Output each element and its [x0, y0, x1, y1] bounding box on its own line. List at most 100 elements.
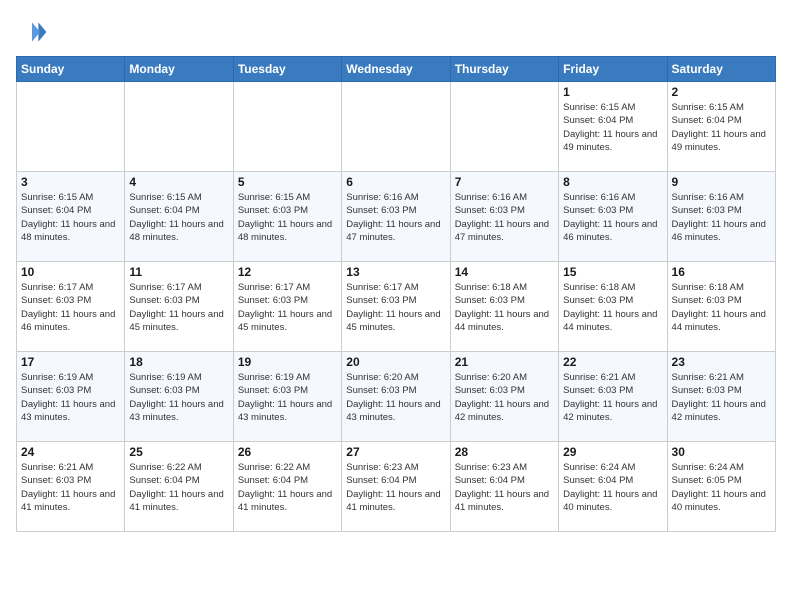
- calendar-week-row: 1 Sunrise: 6:15 AM Sunset: 6:04 PM Daylig…: [17, 82, 776, 172]
- calendar-cell: 12 Sunrise: 6:17 AM Sunset: 6:03 PM Dayli…: [233, 262, 341, 352]
- weekday-header: Tuesday: [233, 57, 341, 82]
- day-number: 28: [455, 445, 554, 459]
- weekday-header: Monday: [125, 57, 233, 82]
- calendar-cell: 23 Sunrise: 6:21 AM Sunset: 6:03 PM Dayli…: [667, 352, 775, 442]
- calendar-table: SundayMondayTuesdayWednesdayThursdayFrid…: [16, 56, 776, 532]
- day-info: Sunrise: 6:24 AM Sunset: 6:04 PM Dayligh…: [563, 461, 662, 514]
- day-info: Sunrise: 6:23 AM Sunset: 6:04 PM Dayligh…: [455, 461, 554, 514]
- day-number: 27: [346, 445, 445, 459]
- day-info: Sunrise: 6:15 AM Sunset: 6:03 PM Dayligh…: [238, 191, 337, 244]
- day-info: Sunrise: 6:15 AM Sunset: 6:04 PM Dayligh…: [129, 191, 228, 244]
- day-number: 11: [129, 265, 228, 279]
- calendar-cell: 15Sunrise: 6:18 AM Sunset: 6:03 PM Dayli…: [559, 262, 667, 352]
- day-info: Sunrise: 6:17 AM Sunset: 6:03 PM Dayligh…: [238, 281, 337, 334]
- day-number: 10: [21, 265, 120, 279]
- calendar-week-row: 17 Sunrise: 6:19 AM Sunset: 6:03 PM Dayli…: [17, 352, 776, 442]
- day-number: 25: [129, 445, 228, 459]
- day-number: 14: [455, 265, 554, 279]
- day-info: Sunrise: 6:23 AM Sunset: 6:04 PM Dayligh…: [346, 461, 445, 514]
- day-info: Sunrise: 6:20 AM Sunset: 6:03 PM Dayligh…: [346, 371, 445, 424]
- calendar-cell: 5Sunrise: 6:15 AM Sunset: 6:03 PM Daylig…: [233, 172, 341, 262]
- day-info: Sunrise: 6:19 AM Sunset: 6:03 PM Dayligh…: [238, 371, 337, 424]
- day-number: 21: [455, 355, 554, 369]
- day-number: 29: [563, 445, 662, 459]
- calendar-cell: 3 Sunrise: 6:15 AM Sunset: 6:04 PM Daylig…: [17, 172, 125, 262]
- day-info: Sunrise: 6:15 AM Sunset: 6:04 PM Dayligh…: [21, 191, 120, 244]
- logo: [16, 16, 52, 48]
- day-info: Sunrise: 6:21 AM Sunset: 6:03 PM Dayligh…: [21, 461, 120, 514]
- calendar-cell: 11 Sunrise: 6:17 AM Sunset: 6:03 PM Dayli…: [125, 262, 233, 352]
- calendar-cell: 19 Sunrise: 6:19 AM Sunset: 6:03 PM Dayli…: [233, 352, 341, 442]
- day-number: 30: [672, 445, 771, 459]
- calendar-cell: 1 Sunrise: 6:15 AM Sunset: 6:04 PM Daylig…: [559, 82, 667, 172]
- calendar-body: 1 Sunrise: 6:15 AM Sunset: 6:04 PM Daylig…: [17, 82, 776, 532]
- day-info: Sunrise: 6:17 AM Sunset: 6:03 PM Dayligh…: [346, 281, 445, 334]
- calendar-cell: 20 Sunrise: 6:20 AM Sunset: 6:03 PM Dayli…: [342, 352, 450, 442]
- day-info: Sunrise: 6:17 AM Sunset: 6:03 PM Dayligh…: [129, 281, 228, 334]
- calendar-cell: 7 Sunrise: 6:16 AM Sunset: 6:03 PM Daylig…: [450, 172, 558, 262]
- calendar-cell: 9Sunrise: 6:16 AM Sunset: 6:03 PM Daylig…: [667, 172, 775, 262]
- day-number: 17: [21, 355, 120, 369]
- calendar-cell: [17, 82, 125, 172]
- day-number: 23: [672, 355, 771, 369]
- calendar-cell: 24 Sunrise: 6:21 AM Sunset: 6:03 PM Dayli…: [17, 442, 125, 532]
- weekday-header: Wednesday: [342, 57, 450, 82]
- calendar-cell: 18Sunrise: 6:19 AM Sunset: 6:03 PM Dayli…: [125, 352, 233, 442]
- weekday-header: Friday: [559, 57, 667, 82]
- weekday-header: Saturday: [667, 57, 775, 82]
- calendar-cell: 30 Sunrise: 6:24 AM Sunset: 6:05 PM Dayli…: [667, 442, 775, 532]
- day-number: 13: [346, 265, 445, 279]
- day-number: 19: [238, 355, 337, 369]
- day-info: Sunrise: 6:21 AM Sunset: 6:03 PM Dayligh…: [563, 371, 662, 424]
- day-number: 7: [455, 175, 554, 189]
- day-number: 16: [672, 265, 771, 279]
- calendar-cell: [342, 82, 450, 172]
- calendar-week-row: 3 Sunrise: 6:15 AM Sunset: 6:04 PM Daylig…: [17, 172, 776, 262]
- calendar-cell: 10 Sunrise: 6:17 AM Sunset: 6:03 PM Dayli…: [17, 262, 125, 352]
- day-info: Sunrise: 6:18 AM Sunset: 6:03 PM Dayligh…: [672, 281, 771, 334]
- day-number: 8: [563, 175, 662, 189]
- calendar-cell: [450, 82, 558, 172]
- logo-icon: [16, 16, 48, 48]
- day-info: Sunrise: 6:22 AM Sunset: 6:04 PM Dayligh…: [129, 461, 228, 514]
- day-info: Sunrise: 6:16 AM Sunset: 6:03 PM Dayligh…: [672, 191, 771, 244]
- day-info: Sunrise: 6:17 AM Sunset: 6:03 PM Dayligh…: [21, 281, 120, 334]
- day-number: 1: [563, 85, 662, 99]
- calendar-cell: 21 Sunrise: 6:20 AM Sunset: 6:03 PM Dayli…: [450, 352, 558, 442]
- calendar-cell: 16 Sunrise: 6:18 AM Sunset: 6:03 PM Dayli…: [667, 262, 775, 352]
- day-info: Sunrise: 6:16 AM Sunset: 6:03 PM Dayligh…: [346, 191, 445, 244]
- calendar-header-row: SundayMondayTuesdayWednesdayThursdayFrid…: [17, 57, 776, 82]
- calendar-cell: 4 Sunrise: 6:15 AM Sunset: 6:04 PM Daylig…: [125, 172, 233, 262]
- day-number: 20: [346, 355, 445, 369]
- calendar-cell: 27 Sunrise: 6:23 AM Sunset: 6:04 PM Dayli…: [342, 442, 450, 532]
- day-number: 4: [129, 175, 228, 189]
- day-info: Sunrise: 6:15 AM Sunset: 6:04 PM Dayligh…: [672, 101, 771, 154]
- day-info: Sunrise: 6:24 AM Sunset: 6:05 PM Dayligh…: [672, 461, 771, 514]
- calendar-cell: 14 Sunrise: 6:18 AM Sunset: 6:03 PM Dayli…: [450, 262, 558, 352]
- calendar-cell: [125, 82, 233, 172]
- day-number: 12: [238, 265, 337, 279]
- calendar-cell: 13 Sunrise: 6:17 AM Sunset: 6:03 PM Dayli…: [342, 262, 450, 352]
- calendar-cell: 17Sunrise: 6:19 AM Sunset: 6:03 PM Dayli…: [17, 352, 125, 442]
- day-number: 3: [21, 175, 120, 189]
- weekday-header: Sunday: [17, 57, 125, 82]
- day-number: 2: [672, 85, 771, 99]
- calendar-week-row: 24 Sunrise: 6:21 AM Sunset: 6:03 PM Dayli…: [17, 442, 776, 532]
- day-info: Sunrise: 6:21 AM Sunset: 6:03 PM Dayligh…: [672, 371, 771, 424]
- day-number: 6: [346, 175, 445, 189]
- calendar-week-row: 10 Sunrise: 6:17 AM Sunset: 6:03 PM Dayli…: [17, 262, 776, 352]
- day-number: 18: [129, 355, 228, 369]
- day-info: Sunrise: 6:18 AM Sunset: 6:03 PM Dayligh…: [455, 281, 554, 334]
- page-header: [16, 16, 776, 48]
- calendar-cell: 29 Sunrise: 6:24 AM Sunset: 6:04 PM Dayli…: [559, 442, 667, 532]
- day-info: Sunrise: 6:15 AM Sunset: 6:04 PM Dayligh…: [563, 101, 662, 154]
- calendar-cell: 25 Sunrise: 6:22 AM Sunset: 6:04 PM Dayli…: [125, 442, 233, 532]
- weekday-header: Thursday: [450, 57, 558, 82]
- calendar-cell: 8 Sunrise: 6:16 AM Sunset: 6:03 PM Daylig…: [559, 172, 667, 262]
- day-info: Sunrise: 6:20 AM Sunset: 6:03 PM Dayligh…: [455, 371, 554, 424]
- day-info: Sunrise: 6:16 AM Sunset: 6:03 PM Dayligh…: [455, 191, 554, 244]
- day-info: Sunrise: 6:16 AM Sunset: 6:03 PM Dayligh…: [563, 191, 662, 244]
- calendar-cell: 28 Sunrise: 6:23 AM Sunset: 6:04 PM Dayli…: [450, 442, 558, 532]
- calendar-cell: 2 Sunrise: 6:15 AM Sunset: 6:04 PM Daylig…: [667, 82, 775, 172]
- day-number: 24: [21, 445, 120, 459]
